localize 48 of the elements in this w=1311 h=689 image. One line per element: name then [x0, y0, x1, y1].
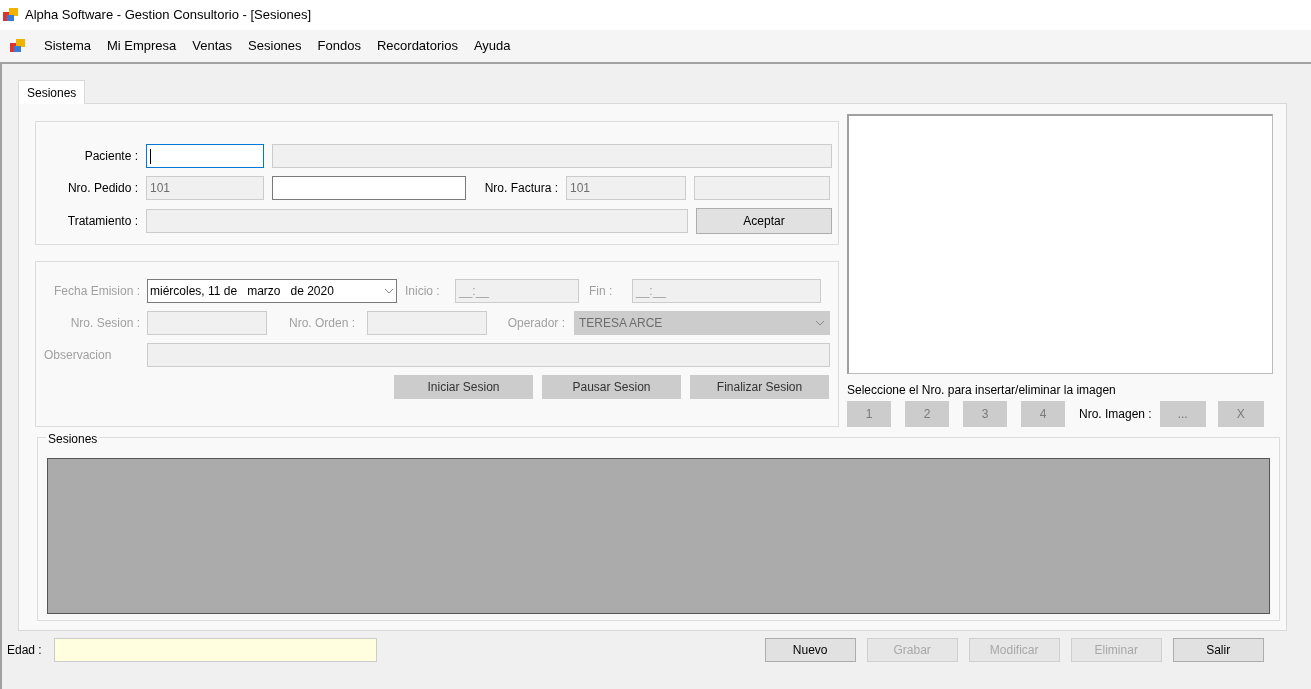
menu-item[interactable]: Mi Empresa — [98, 34, 185, 58]
image-hint: Seleccione el Nro. para insertar/eliminar la imagen — [847, 382, 1117, 399]
field-label: Observacion — [44, 347, 113, 364]
input-field[interactable] — [694, 176, 830, 200]
date-picker[interactable]: miércoles, 11 de marzo de 2020 — [147, 279, 397, 303]
field-label: Inicio : — [405, 283, 441, 300]
input-field[interactable]: 101 — [566, 176, 686, 200]
field-label: Nro. Factura : — [483, 180, 558, 197]
chevron-down-icon — [384, 288, 394, 294]
button[interactable]: Salir — [1172, 638, 1264, 662]
field-label: Nro. Sesion : — [69, 315, 140, 332]
input-field[interactable] — [146, 209, 688, 233]
tab[interactable]: Sesiones — [18, 80, 86, 104]
field-label: Nro. Pedido : — [66, 180, 138, 197]
input-field[interactable] — [146, 144, 264, 168]
app-icon — [3, 7, 19, 23]
field-label: Fin : — [589, 283, 614, 300]
input-field[interactable] — [272, 144, 832, 168]
button[interactable]: Nuevo — [764, 638, 856, 662]
input-field[interactable] — [272, 176, 466, 200]
button[interactable]: Iniciar Sesion — [394, 375, 533, 399]
menu-item[interactable]: Ayuda — [465, 34, 519, 58]
input-field[interactable]: 101 — [146, 176, 264, 200]
field-label: Fecha Emision : — [52, 283, 140, 300]
field-label: Operador : — [506, 315, 565, 332]
field-label: Nro. Orden : — [287, 315, 355, 332]
date-value: miércoles, 11 de marzo de 2020 — [150, 283, 334, 300]
field-label: Paciente : — [83, 148, 138, 165]
dropdown-value: TERESA ARCE — [579, 315, 663, 332]
app-icon — [10, 38, 26, 54]
input-field[interactable] — [147, 311, 267, 335]
button[interactable]: Finalizar Sesion — [690, 375, 829, 399]
text-cursor — [150, 148, 151, 164]
input-field[interactable] — [147, 343, 830, 367]
menu-item[interactable]: Sesiones — [240, 34, 310, 58]
field-label: Edad : — [7, 642, 42, 659]
button[interactable]: Pausar Sesion — [542, 375, 681, 399]
input-field[interactable] — [367, 311, 487, 335]
menu-item[interactable]: Ventas — [184, 34, 241, 58]
menu-item[interactable]: Sistema — [36, 34, 99, 58]
chevron-down-icon — [815, 320, 825, 326]
input-field[interactable] — [53, 638, 377, 662]
menu-item[interactable]: Recordatorios — [368, 34, 466, 58]
field-label: Tratamiento : — [66, 213, 138, 230]
field-label: Nro. Imagen : — [1079, 406, 1152, 423]
window-title: Alpha Software - Gestion Consultorio - [Sesiones] — [25, 6, 312, 25]
button[interactable]: Aceptar — [696, 208, 832, 234]
menu-item[interactable]: Fondos — [309, 34, 369, 58]
